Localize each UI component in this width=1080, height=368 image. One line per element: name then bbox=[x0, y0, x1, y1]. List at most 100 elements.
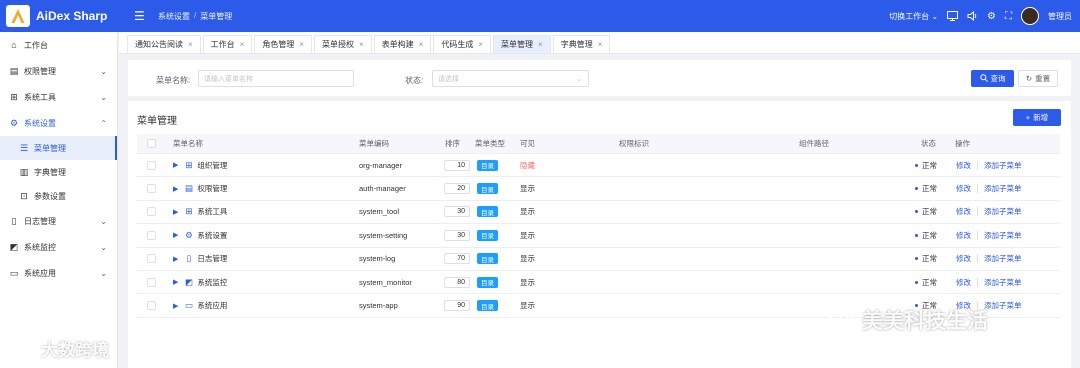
menu-code: system_monitor bbox=[359, 277, 412, 287]
tab-roles[interactable]: 角色管理 × bbox=[254, 35, 313, 53]
sidebar-item-applications[interactable]: ▭ 系统应用 ⌄ bbox=[0, 260, 117, 286]
sidebar-item-label: 系统应用 bbox=[24, 268, 56, 278]
status-dot bbox=[915, 233, 918, 237]
app-logo[interactable] bbox=[6, 5, 30, 27]
grid-icon: ⊞ bbox=[185, 206, 193, 217]
search-button[interactable]: 查询 bbox=[971, 70, 1014, 87]
expand-arrow-icon[interactable]: ▶ bbox=[173, 208, 178, 216]
sort-value: 30 bbox=[444, 229, 470, 241]
avatar[interactable] bbox=[1021, 7, 1039, 25]
sort-cell: 80 bbox=[444, 271, 470, 293]
edit-link[interactable]: 修改 bbox=[956, 230, 971, 241]
row-checkbox[interactable] bbox=[147, 294, 156, 316]
tab-bar: 通知公告阅读 × 工作台 × 角色管理 × 菜单授权 × 表单构建 × 代码生成 × 菜单管… bbox=[119, 32, 1080, 54]
add-child-link[interactable]: 添加子菜单 bbox=[984, 160, 1022, 171]
tab-workbench[interactable]: 工作台 × bbox=[202, 35, 253, 53]
switch-workspace-dropdown[interactable]: 切换工作台 ⌄ bbox=[889, 11, 938, 22]
expand-arrow-icon[interactable]: ▶ bbox=[173, 185, 178, 193]
sidebar-item-system-settings[interactable]: ⚙ 系统设置 ⌃ bbox=[0, 110, 117, 136]
menu-toggle-icon[interactable]: ☰ bbox=[134, 9, 150, 23]
gear-icon[interactable]: ⚙ bbox=[987, 11, 996, 22]
fullscreen-icon[interactable]: ⛶ bbox=[1005, 11, 1012, 22]
sidebar-subitem-parameters[interactable]: ⊡ 参数设置 bbox=[0, 184, 117, 208]
breadcrumb-item[interactable]: 系统设置 bbox=[158, 11, 190, 22]
search-icon bbox=[979, 73, 988, 84]
monitor-icon[interactable] bbox=[947, 11, 959, 21]
table-row: ▶ ⊞ 组织管理 org-manager 10 目录 隐藏 正常 修改 添加子菜单 bbox=[137, 154, 1060, 178]
menu-code: auth-manager bbox=[359, 184, 406, 194]
tab-codegen[interactable]: 代码生成 × bbox=[433, 35, 492, 53]
row-checkbox[interactable] bbox=[147, 248, 156, 270]
sidebar-subitem-dictionary[interactable]: ▥ 字典管理 bbox=[0, 160, 117, 184]
add-child-link[interactable]: 添加子菜单 bbox=[984, 253, 1022, 264]
sidebar-item-permissions[interactable]: ▤ 权限管理 ⌄ bbox=[0, 58, 117, 84]
add-child-link[interactable]: 添加子菜单 bbox=[984, 277, 1022, 288]
close-icon[interactable]: × bbox=[240, 40, 245, 49]
add-button[interactable]: + 新增 bbox=[1013, 109, 1061, 126]
row-checkbox[interactable] bbox=[147, 271, 156, 293]
edit-link[interactable]: 修改 bbox=[956, 277, 971, 288]
sidebar-item-monitoring[interactable]: ◩ 系统监控 ⌄ bbox=[0, 234, 117, 260]
close-icon[interactable]: × bbox=[188, 40, 193, 49]
sidebar-item-system-tools[interactable]: ⊞ 系统工具 ⌄ bbox=[0, 84, 117, 110]
row-checkbox[interactable] bbox=[147, 154, 156, 176]
row-checkbox[interactable] bbox=[147, 177, 156, 199]
type-cell: 目录 bbox=[477, 201, 498, 223]
tab-dictionary[interactable]: 字典管理 × bbox=[552, 35, 611, 53]
add-child-link[interactable]: 添加子菜单 bbox=[984, 206, 1022, 217]
close-icon[interactable]: × bbox=[359, 40, 364, 49]
status-dot bbox=[915, 210, 918, 214]
row-checkbox[interactable] bbox=[147, 224, 156, 246]
speaker-icon[interactable] bbox=[967, 11, 978, 21]
column-header-actions: 操作 bbox=[955, 139, 970, 148]
status-dot bbox=[915, 257, 918, 261]
edit-link[interactable]: 修改 bbox=[956, 253, 971, 264]
menu-name: 系统设置 bbox=[197, 230, 228, 240]
tab-form-builder[interactable]: 表单构建 × bbox=[373, 35, 432, 53]
visible-value: 显示 bbox=[520, 184, 535, 194]
sidebar-item-label: 系统工具 bbox=[24, 92, 56, 102]
expand-arrow-icon[interactable]: ▶ bbox=[173, 302, 178, 310]
add-child-link[interactable]: 添加子菜单 bbox=[984, 300, 1022, 311]
sidebar-item-workbench[interactable]: ⌂ 工作台 bbox=[0, 32, 117, 58]
reset-button[interactable]: ↻ 重置 bbox=[1018, 70, 1058, 87]
add-child-link[interactable]: 添加子菜单 bbox=[984, 183, 1022, 194]
menu-name-placeholder: 请输入菜单名称 bbox=[204, 75, 253, 83]
table-body: ▶ ⊞ 组织管理 org-manager 10 目录 隐藏 正常 修改 添加子菜单 ▶ ▤ 权限管理 au… bbox=[137, 154, 1060, 318]
sidebar: ⌂ 工作台 ▤ 权限管理 ⌄ ⊞ 系统工具 ⌄ ⚙ 系统设置 ⌃ ☰ 菜单管理 … bbox=[0, 32, 118, 368]
actions-cell: 修改 添加子菜单 bbox=[956, 248, 1022, 270]
close-icon[interactable]: × bbox=[478, 40, 483, 49]
sort-cell: 30 bbox=[444, 201, 470, 223]
edit-link[interactable]: 修改 bbox=[956, 160, 971, 171]
edit-link[interactable]: 修改 bbox=[956, 206, 971, 217]
close-icon[interactable]: × bbox=[299, 40, 304, 49]
close-icon[interactable]: × bbox=[538, 40, 543, 49]
tab-menu-auth[interactable]: 菜单授权 × bbox=[314, 35, 372, 53]
edit-link[interactable]: 修改 bbox=[956, 183, 971, 194]
tab-notice[interactable]: 通知公告阅读 × bbox=[127, 35, 201, 53]
expand-arrow-icon[interactable]: ▶ bbox=[173, 231, 178, 239]
expand-arrow-icon[interactable]: ▶ bbox=[173, 161, 178, 169]
header-actions: 切换工作台 ⌄ ⚙ ⛶ 管理员 bbox=[889, 0, 1072, 32]
chevron-down-icon: ⌄ bbox=[576, 75, 582, 83]
menu-name-input[interactable]: 请输入菜单名称 bbox=[198, 70, 354, 87]
add-child-link[interactable]: 添加子菜单 bbox=[984, 230, 1022, 241]
sort-value: 90 bbox=[444, 300, 470, 312]
status-cell: 正常 bbox=[915, 154, 937, 176]
sidebar-subitem-menu-management[interactable]: ☰ 菜单管理 bbox=[0, 136, 117, 160]
username[interactable]: 管理员 bbox=[1048, 11, 1072, 22]
close-icon[interactable]: × bbox=[419, 40, 424, 49]
expand-arrow-icon[interactable]: ▶ bbox=[173, 278, 178, 286]
sidebar-item-logs[interactable]: ▯ 日志管理 ⌄ bbox=[0, 208, 117, 234]
tab-menu-management[interactable]: 菜单管理 × bbox=[493, 35, 551, 53]
row-checkbox[interactable] bbox=[147, 201, 156, 223]
close-icon[interactable]: × bbox=[598, 40, 603, 49]
sort-cell: 10 bbox=[444, 154, 470, 176]
sort-value: 10 bbox=[444, 159, 470, 171]
watermark-right-text: 美美科技生活 bbox=[862, 310, 988, 333]
wechat-icon bbox=[828, 305, 856, 335]
menu-name: 权限管理 bbox=[197, 184, 228, 194]
expand-arrow-icon[interactable]: ▶ bbox=[173, 255, 178, 263]
status-select[interactable]: 请选择 ⌄ bbox=[432, 70, 589, 87]
select-all-checkbox[interactable] bbox=[147, 134, 156, 153]
